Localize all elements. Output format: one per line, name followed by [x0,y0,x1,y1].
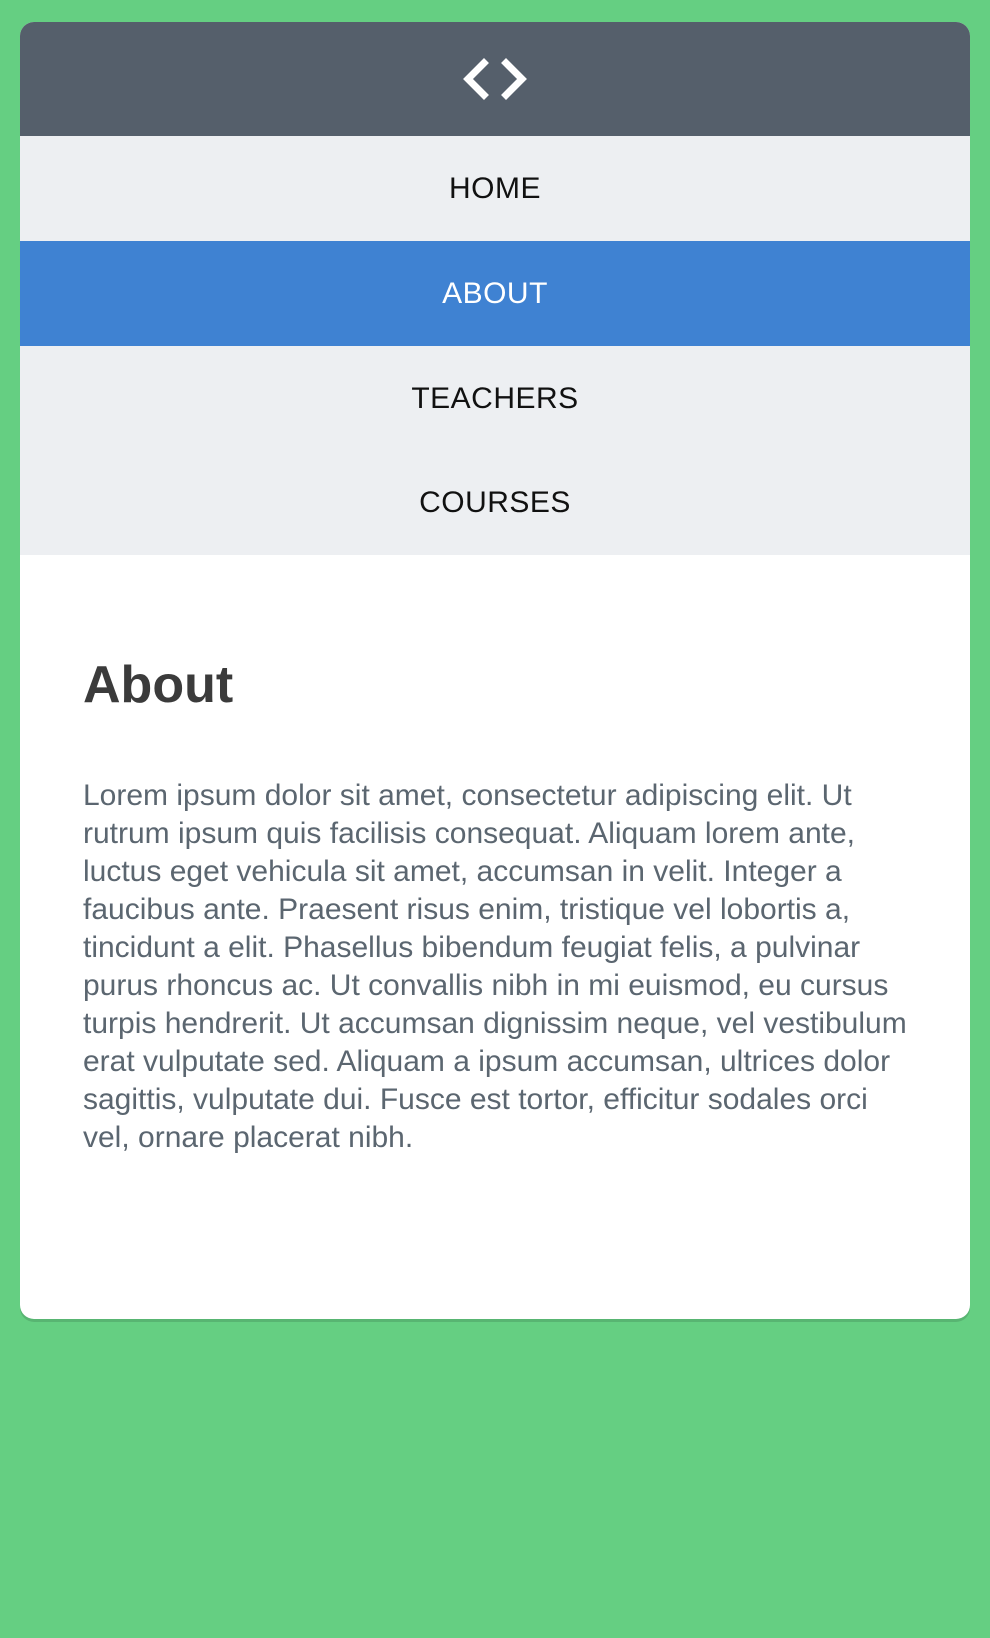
main-content: About Lorem ipsum dolor sit amet, consec… [20,655,970,1157]
header-bar [20,22,970,136]
nav-item-about[interactable]: ABOUT [20,241,970,346]
main-nav: HOME ABOUT TEACHERS COURSES [20,136,970,555]
body-text: Lorem ipsum dolor sit amet, consectetur … [83,779,907,1154]
nav-item-teachers[interactable]: TEACHERS [20,346,970,451]
code-brackets-icon[interactable] [462,57,528,101]
nav-item-courses[interactable]: COURSES [20,451,970,555]
page-title: About [83,656,234,714]
main-card: HOME ABOUT TEACHERS COURSES About Lorem … [20,22,970,1319]
nav-item-home[interactable]: HOME [20,136,970,241]
